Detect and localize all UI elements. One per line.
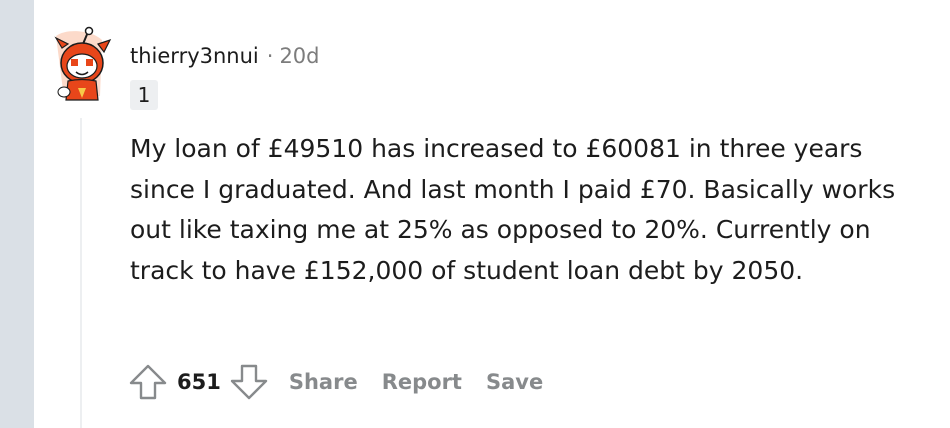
comment-text: My loan of £49510 has increased to £6008… xyxy=(130,134,896,285)
snoo-avatar-icon xyxy=(54,26,112,101)
user-flair: 1 xyxy=(130,80,158,110)
downvote-button[interactable] xyxy=(229,362,269,402)
username-link[interactable]: thierry3nnui xyxy=(130,42,259,70)
avatar[interactable] xyxy=(50,26,114,106)
comment-page: thierry3nnui · 20d 1 My loan of £49510 h… xyxy=(0,0,950,428)
vote-score: 651 xyxy=(177,370,221,394)
arrow-up-icon xyxy=(129,364,167,400)
report-button[interactable]: Report xyxy=(382,370,462,394)
comment-timestamp[interactable]: 20d xyxy=(279,42,319,70)
arrow-down-icon xyxy=(230,364,268,400)
upvote-button[interactable] xyxy=(128,362,168,402)
gutter-strip xyxy=(0,0,34,428)
share-button[interactable]: Share xyxy=(289,370,358,394)
thread-line[interactable] xyxy=(80,118,82,428)
save-button[interactable]: Save xyxy=(486,370,543,394)
meta-separator: · xyxy=(266,44,274,68)
comment-header: thierry3nnui · 20d xyxy=(130,42,320,70)
comment-actions: 651 Share Report Save xyxy=(128,362,543,402)
